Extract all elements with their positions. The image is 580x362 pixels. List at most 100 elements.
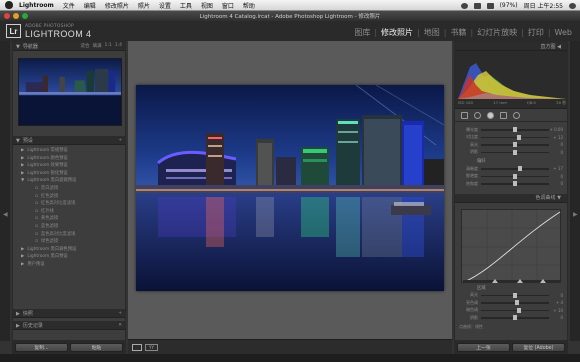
preset-item[interactable]: ▫ 蓝色滤镜 bbox=[21, 223, 125, 231]
menubar-clock[interactable]: 周日 上午2:55 bbox=[524, 1, 563, 10]
menu-app-name[interactable]: Lightroom bbox=[19, 2, 54, 9]
slider-track[interactable] bbox=[481, 315, 549, 320]
zoom-fill[interactable]: 填满 bbox=[93, 43, 102, 49]
module-library[interactable]: 图库 bbox=[350, 27, 374, 38]
adjustment-brush-icon[interactable] bbox=[513, 111, 520, 119]
slider-value[interactable]: 0 bbox=[549, 142, 563, 147]
add-snapshot-icon[interactable]: + bbox=[118, 311, 122, 316]
close-window-icon[interactable] bbox=[4, 13, 10, 19]
spotlight-icon[interactable] bbox=[569, 2, 576, 9]
slider-knob[interactable] bbox=[515, 300, 520, 305]
module-map[interactable]: 地图 bbox=[420, 27, 444, 38]
slider-value[interactable]: 0 bbox=[549, 174, 563, 179]
navigator-header[interactable]: ▼ 导航器 适合 填满 1:1 1:4 bbox=[13, 42, 125, 51]
slider-knob[interactable] bbox=[517, 134, 522, 140]
right-panel-edge[interactable]: ▶ bbox=[570, 41, 580, 341]
preset-item[interactable]: ▫ 黄色滤镜 bbox=[21, 215, 125, 223]
slider-value[interactable]: 0 bbox=[549, 150, 563, 155]
slider-track[interactable] bbox=[481, 166, 549, 171]
preset-item[interactable]: ▶ Lightroom 效果预设 bbox=[21, 162, 125, 170]
slider-value[interactable]: + 17 bbox=[549, 166, 563, 171]
preset-item[interactable]: ▶ Lightroom 锐化预设 bbox=[21, 170, 125, 178]
slider-track[interactable] bbox=[481, 181, 549, 186]
zoom-fit[interactable]: 适合 bbox=[81, 43, 90, 49]
module-book[interactable]: 书籍 bbox=[446, 27, 470, 38]
previous-button[interactable]: 上一张 bbox=[457, 343, 510, 352]
menu-item-window[interactable]: 窗口 bbox=[222, 1, 234, 10]
left-panel-edge[interactable]: ◀ bbox=[0, 41, 10, 341]
minimize-window-icon[interactable] bbox=[13, 13, 19, 19]
before-after-view-icon[interactable]: YY bbox=[145, 343, 158, 351]
slider-knob[interactable] bbox=[513, 142, 517, 147]
crop-tool-icon[interactable] bbox=[461, 111, 468, 119]
navigator-preview[interactable] bbox=[18, 58, 122, 126]
loupe-view-icon[interactable] bbox=[132, 343, 142, 351]
menu-item-file[interactable]: 文件 bbox=[63, 1, 75, 10]
apple-icon[interactable] bbox=[5, 1, 13, 9]
preset-item[interactable]: ▶ Lightroom 颜色预设 bbox=[21, 155, 125, 163]
tone-curve-graph[interactable] bbox=[461, 208, 562, 284]
preset-item[interactable]: ▫ 红色滤镜 bbox=[21, 193, 125, 201]
slider-track[interactable] bbox=[481, 134, 549, 140]
presets-header[interactable]: ▼ 预设 + bbox=[13, 136, 125, 145]
main-photo[interactable] bbox=[136, 85, 444, 291]
module-develop[interactable]: 修改照片 bbox=[377, 27, 417, 38]
reset-button[interactable]: 复位 (Adobe) bbox=[512, 343, 565, 352]
preset-item[interactable]: ▫ 蓝色高对比度滤镜 bbox=[21, 231, 125, 239]
tone-curve-header[interactable]: 色调曲线 ▼ bbox=[455, 193, 567, 203]
slider-value[interactable]: + 12 bbox=[549, 135, 563, 140]
slider-track[interactable] bbox=[481, 127, 549, 132]
red-eye-icon[interactable] bbox=[487, 111, 494, 119]
copy-settings-button[interactable]: 复制... bbox=[15, 343, 68, 352]
graduated-filter-icon[interactable] bbox=[500, 111, 507, 119]
slider-knob[interactable] bbox=[513, 181, 517, 186]
module-slideshow[interactable]: 幻灯片放映 bbox=[473, 27, 521, 38]
slider-knob[interactable] bbox=[513, 127, 517, 132]
module-web[interactable]: Web bbox=[551, 28, 576, 37]
preset-item[interactable]: ▫ 黑白滤镜 bbox=[21, 185, 125, 193]
spot-removal-icon[interactable] bbox=[474, 111, 481, 119]
menu-item-help[interactable]: 帮助 bbox=[243, 1, 255, 10]
slider-value[interactable]: 0 bbox=[549, 315, 563, 320]
clear-history-icon[interactable]: ✕ bbox=[118, 323, 122, 328]
slider-track[interactable] bbox=[481, 149, 549, 155]
slider-knob[interactable] bbox=[517, 307, 522, 313]
add-preset-icon[interactable]: + bbox=[118, 138, 122, 143]
preset-item[interactable]: ▶ Lightroom 黑白调色预设 bbox=[21, 246, 125, 254]
menu-item-view[interactable]: 视图 bbox=[201, 1, 213, 10]
preset-item[interactable]: ▫ 红色高对比度滤镜 bbox=[21, 200, 125, 208]
menu-item-photo[interactable]: 照片 bbox=[138, 1, 150, 10]
volume-icon[interactable] bbox=[473, 2, 481, 9]
slider-knob[interactable] bbox=[518, 166, 523, 171]
history-header[interactable]: ▶ 历史记录 ✕ bbox=[13, 321, 125, 330]
histogram-header[interactable]: 直方图 ◀ bbox=[455, 42, 567, 51]
slider-value[interactable]: 0 bbox=[549, 181, 563, 186]
preset-item[interactable]: ▶ Lightroom 常规预设 bbox=[21, 147, 125, 155]
slider-value[interactable]: + 0.00 bbox=[549, 127, 563, 132]
preset-item[interactable]: ▶ Lightroom 黑白预设 bbox=[21, 253, 125, 261]
zoom-1-4[interactable]: 1:4 bbox=[115, 43, 122, 49]
slider-track[interactable] bbox=[481, 307, 549, 313]
slider-value[interactable]: + 4 bbox=[549, 300, 563, 305]
menu-item-edit[interactable]: 编辑 bbox=[84, 1, 96, 10]
menu-item-settings[interactable]: 设置 bbox=[159, 1, 171, 10]
histogram[interactable]: ISO 100 17 mm f/8.0 30 秒 bbox=[455, 51, 567, 109]
zoom-window-icon[interactable] bbox=[22, 13, 28, 19]
slider-knob[interactable] bbox=[513, 149, 517, 155]
slider-knob[interactable] bbox=[513, 292, 517, 298]
slider-track[interactable] bbox=[481, 173, 549, 179]
slider-knob[interactable] bbox=[513, 315, 517, 320]
module-print[interactable]: 打印 bbox=[524, 27, 548, 38]
slider-value[interactable]: + 10 bbox=[549, 308, 563, 313]
battery-icon[interactable] bbox=[486, 2, 494, 9]
slider-track[interactable] bbox=[481, 142, 549, 147]
collapse-left-icon[interactable]: ◀ bbox=[3, 211, 8, 218]
slider-track[interactable] bbox=[481, 292, 549, 298]
point-curve-select[interactable]: 点曲线：线性 bbox=[455, 322, 567, 330]
preset-item[interactable]: ▫ 绿色滤镜 bbox=[21, 238, 125, 246]
slider-value[interactable]: 0 bbox=[549, 293, 563, 298]
wifi-icon[interactable] bbox=[460, 2, 468, 9]
preset-item[interactable]: ▼ Lightroom 黑白滤镜预设 bbox=[21, 177, 125, 185]
preset-item[interactable]: ▶ 用户预设 bbox=[21, 261, 125, 269]
slider-knob[interactable] bbox=[513, 173, 517, 179]
